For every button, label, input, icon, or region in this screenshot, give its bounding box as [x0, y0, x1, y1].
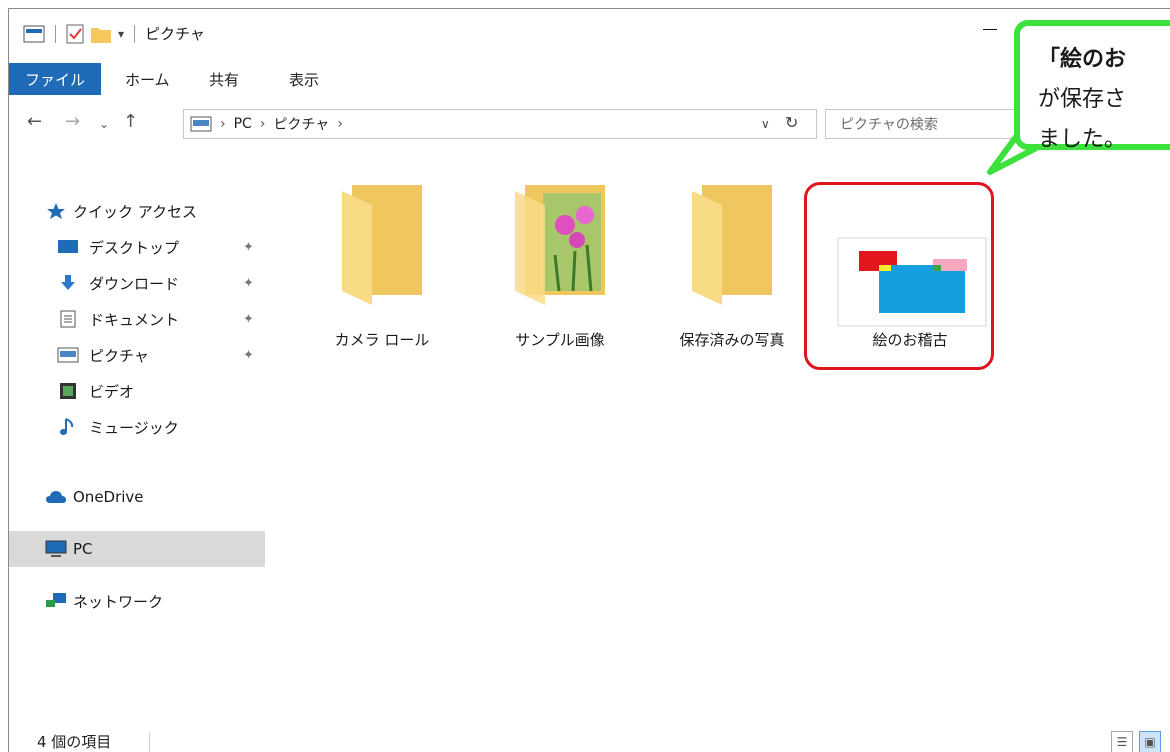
callout-line: ました。: [1038, 127, 1127, 152]
sidebar-item-label: クイック アクセス: [73, 202, 198, 221]
network-icon: [46, 593, 66, 607]
up-arrow-icon[interactable]: ↑: [123, 111, 138, 132]
sidebar-item-quick-access[interactable]: クイック アクセス: [9, 193, 265, 229]
desktop-icon: [58, 240, 78, 253]
breadcrumb-pictures[interactable]: ピクチャ: [273, 114, 329, 134]
breadcrumb-chevron-icon[interactable]: ›: [220, 116, 226, 132]
breadcrumb-chevron-icon[interactable]: ›: [337, 116, 343, 132]
pictures-location-icon: [190, 116, 212, 132]
sidebar-item-onedrive[interactable]: OneDrive: [9, 479, 265, 515]
status-separator: [149, 733, 150, 752]
sidebar-item-pictures[interactable]: ピクチャ ✦: [9, 337, 265, 373]
address-bar[interactable]: › PC › ピクチャ ›: [183, 109, 817, 139]
pictures-icon: [57, 347, 79, 363]
sidebar-item-music[interactable]: ミュージック: [9, 409, 265, 445]
new-folder-icon[interactable]: [90, 24, 112, 44]
quick-access-toolbar: ▾ ピクチャ: [23, 23, 205, 44]
folder-icon: [692, 185, 772, 305]
sidebar-item-label: ネットワーク: [73, 592, 164, 611]
large-icons-view-icon[interactable]: ▣: [1139, 731, 1161, 752]
window-menu-icon[interactable]: [23, 25, 45, 43]
sidebar-item-label: デスクトップ: [89, 238, 180, 257]
sidebar-item-pc[interactable]: PC: [9, 531, 265, 567]
pc-icon: [45, 540, 67, 557]
highlight-ring: [804, 182, 994, 370]
sidebar-item-label: ピクチャ: [89, 346, 149, 365]
item-label: 保存済みの写真: [679, 331, 785, 349]
folder-icon: [342, 185, 422, 305]
sidebar-item-label: ダウンロード: [89, 274, 180, 293]
folder-with-photo-icon: [515, 185, 605, 305]
file-list: カメラ ロール サンプル画像 保存済みの写真 絵のお稽古: [267, 145, 1170, 705]
sidebar-item-network[interactable]: ネットワーク: [9, 583, 265, 619]
pin-icon[interactable]: ✦: [243, 240, 254, 255]
sidebar-item-videos[interactable]: ビデオ: [9, 373, 265, 409]
folder-item-sample-pictures[interactable]: サンプル画像: [475, 185, 645, 349]
sidebar-item-label: ドキュメント: [89, 310, 180, 329]
customize-toolbar-icon[interactable]: ▾: [118, 27, 124, 41]
details-view-icon[interactable]: ☰: [1111, 731, 1133, 752]
toolbar-separator: [55, 24, 56, 43]
tab-file[interactable]: ファイル: [9, 63, 101, 95]
item-label: サンプル画像: [515, 331, 605, 349]
item-label: カメラ ロール: [334, 331, 430, 349]
back-arrow-icon[interactable]: ←: [27, 111, 42, 132]
minimize-button[interactable]: [983, 29, 997, 30]
callout-bubble: 「絵のお が保存さ ました。: [1014, 20, 1170, 152]
address-dropdown-icon[interactable]: ∨: [761, 117, 770, 131]
forward-arrow-icon[interactable]: →: [65, 111, 80, 132]
download-icon: [61, 275, 75, 290]
ribbon-tabs: ファイル ホーム 共有 表示: [9, 59, 1170, 97]
folder-item-camera-roll[interactable]: カメラ ロール: [297, 185, 467, 349]
cloud-icon: [46, 491, 66, 503]
pin-icon[interactable]: ✦: [243, 312, 254, 327]
music-icon: [60, 418, 74, 435]
refresh-icon[interactable]: ↻: [785, 113, 798, 132]
star-icon: [47, 203, 65, 219]
video-icon: [60, 383, 76, 399]
recent-locations-chevron-icon[interactable]: ⌄: [99, 117, 109, 131]
folder-item-saved-pictures[interactable]: 保存済みの写真: [647, 185, 817, 349]
toolbar-separator: [134, 24, 136, 43]
document-icon: [60, 310, 76, 328]
tab-home[interactable]: ホーム: [125, 63, 170, 95]
pin-icon[interactable]: ✦: [243, 276, 254, 291]
tab-view[interactable]: 表示: [289, 63, 319, 95]
breadcrumb-pc[interactable]: PC: [234, 116, 252, 132]
status-item-count: 4 個の項目: [37, 733, 112, 751]
properties-icon[interactable]: [66, 24, 84, 44]
sidebar-item-label: ビデオ: [89, 382, 135, 401]
sidebar-item-label: PC: [73, 540, 93, 558]
callout-line: 「絵のお: [1038, 47, 1127, 72]
sidebar-item-downloads[interactable]: ダウンロード ✦: [9, 265, 265, 301]
view-buttons: ☰ ▣: [1111, 731, 1161, 752]
sidebar-item-documents[interactable]: ドキュメント ✦: [9, 301, 265, 337]
sidebar-item-desktop[interactable]: デスクトップ ✦: [9, 229, 265, 265]
sidebar-item-label: OneDrive: [73, 488, 144, 506]
window-title: ピクチャ: [145, 25, 205, 43]
callout-line: が保存さ: [1038, 87, 1127, 112]
tab-share[interactable]: 共有: [209, 63, 239, 95]
pin-icon[interactable]: ✦: [243, 348, 254, 363]
title-bar: ▾ ピクチャ: [9, 9, 1170, 59]
sidebar-item-label: ミュージック: [89, 418, 179, 437]
search-placeholder: ピクチャの検索: [840, 117, 938, 133]
breadcrumb-chevron-icon[interactable]: ›: [260, 116, 266, 132]
